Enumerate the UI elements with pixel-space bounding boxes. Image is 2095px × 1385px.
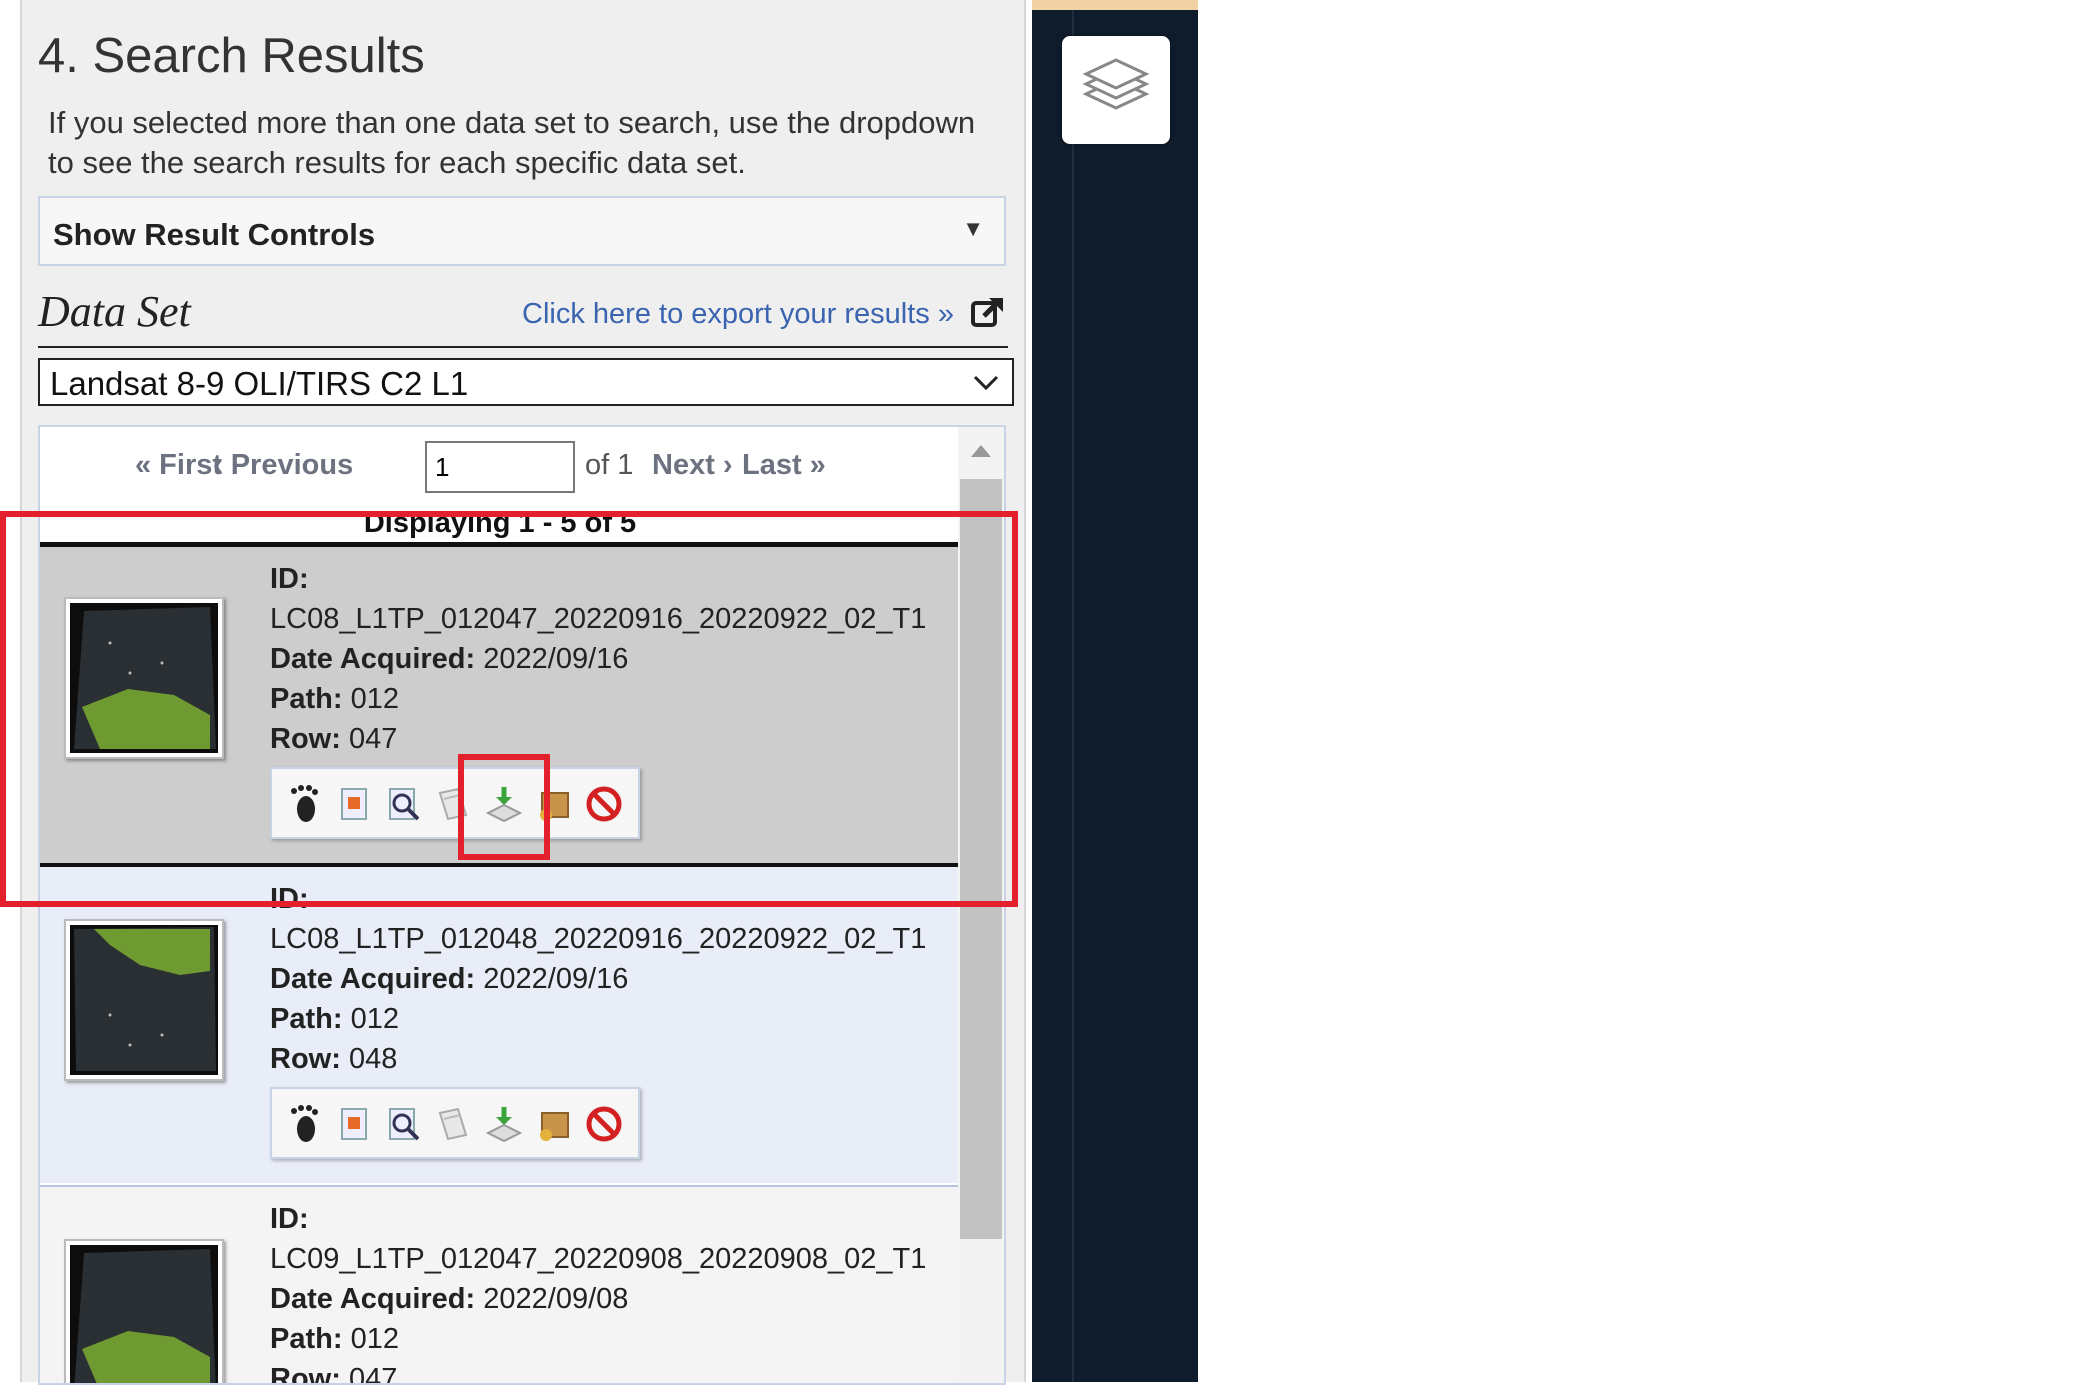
first-page-link[interactable]: « First [135,449,222,482]
page-number-input[interactable] [425,441,575,493]
last-page-link[interactable]: Last » [742,449,826,482]
browse-thumbnail[interactable] [64,919,224,1081]
page-title: 4. Search Results [38,29,425,83]
result-metadata: ID: LC09_L1TP_012047_20220908_20220908_0… [270,1199,927,1383]
metadata-icon[interactable] [334,1103,374,1145]
previous-page-link[interactable]: ‹ Previous [213,449,353,482]
map-view[interactable] [1032,0,1198,1382]
external-link-icon[interactable] [970,294,1006,330]
download-icon[interactable] [484,1103,524,1145]
dataset-label: Data Set [38,287,191,336]
entity-id: LC09_L1TP_012047_20220908_20220908_02_T1 [270,1243,927,1275]
result-actions [270,1087,640,1159]
arrow-up-icon [971,445,991,457]
caret-down-icon: ▼ [962,216,984,241]
footprint-icon[interactable] [284,1103,324,1145]
exclude-icon[interactable] [584,1103,624,1145]
date-value: 2022/09/08 [483,1283,629,1315]
instructions-text: If you selected more than one data set t… [48,105,976,180]
date-label: Date Acquired: [270,963,476,995]
result-row[interactable]: ID: LC08_L1TP_012048_20220916_20220922_0… [40,867,960,1183]
path-label: Path: [270,1003,343,1035]
result-controls-label: Show Result Controls [53,217,376,252]
entity-id: LC08_L1TP_012048_20220916_20220922_02_T1 [270,923,927,955]
highlight-annotation-download [458,754,550,860]
date-label: Date Acquired: [270,1283,476,1315]
compare-icon[interactable] [434,1103,474,1145]
page-count: of 1 [585,449,634,481]
row-label: Row: [270,1043,341,1075]
layers-icon [1082,58,1150,110]
path-value: 012 [350,1003,399,1035]
id-label: ID: [270,1203,309,1235]
layers-button[interactable] [1062,36,1170,144]
dataset-select[interactable]: Landsat 8-9 OLI/TIRS C2 L1 [38,358,1014,406]
export-results-link[interactable]: Click here to export your results » [522,298,954,331]
result-controls-toggle[interactable]: Show Result Controls ▼ [38,196,1006,266]
map-top-border [1032,0,1198,10]
pagination: « First ‹ Previous of 1 Next › Last » [40,427,960,517]
dataset-select-value: Landsat 8-9 OLI/TIRS C2 L1 [50,365,469,402]
row-value: 048 [348,1043,398,1075]
path-value: 012 [350,1323,399,1355]
next-page-link[interactable]: Next › [652,449,733,482]
browse-overlay-icon[interactable] [384,1103,424,1145]
bulk-download-icon[interactable] [534,1103,574,1145]
result-row[interactable]: ID: LC09_L1TP_012047_20220908_20220908_0… [40,1187,960,1383]
chevron-down-icon [973,375,999,391]
divider [38,346,1008,348]
map-feature [1072,10,1074,1382]
browse-thumbnail[interactable] [64,1239,224,1383]
scroll-up-button[interactable] [958,427,1004,477]
date-value: 2022/09/16 [483,963,629,995]
result-metadata: ID: LC08_L1TP_012048_20220916_20220922_0… [270,879,926,1079]
path-label: Path: [270,1323,343,1355]
